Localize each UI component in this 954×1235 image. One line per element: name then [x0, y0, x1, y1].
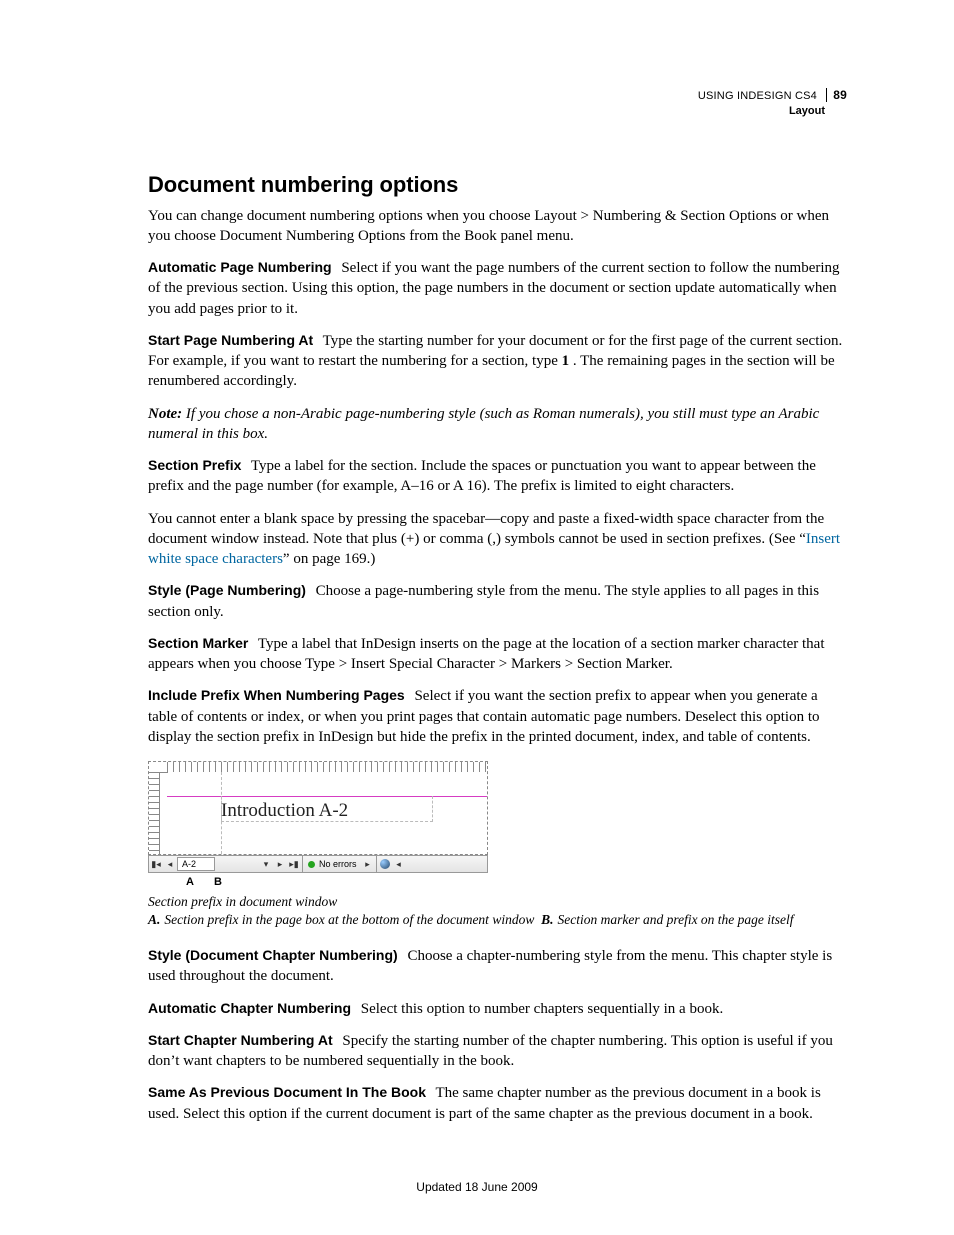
globe-icon[interactable]	[380, 859, 390, 869]
last-page-icon[interactable]: ▸▮	[287, 858, 301, 870]
term-section-prefix: Section Prefix	[148, 457, 241, 473]
term-auto-chapter-numbering: Automatic Chapter Numbering	[148, 1000, 351, 1016]
section-prefix-extra-b: ” on page 169.)	[283, 551, 375, 567]
item-style-page-numbering: Style (Page Numbering) Choose a page-num…	[148, 581, 847, 622]
running-source: USING INDESIGN CS4	[698, 90, 817, 102]
term-start-chapter-numbering: Start Chapter Numbering At	[148, 1032, 333, 1048]
status-dot-icon	[308, 861, 315, 868]
figure-caption: Section prefix in document window A. Sect…	[148, 893, 847, 928]
term-include-prefix: Include Prefix When Numbering Pages	[148, 687, 405, 703]
running-head: USING INDESIGN CS4 89 Layout	[148, 88, 847, 118]
page: USING INDESIGN CS4 89 Layout Document nu…	[0, 0, 954, 1235]
intro-paragraph: You can change document numbering option…	[148, 206, 847, 247]
first-page-icon[interactable]: ▮◂	[149, 858, 163, 870]
ruler-left	[149, 772, 160, 854]
section-prefix-extra: You cannot enter a blank space by pressi…	[148, 509, 847, 570]
figure-label-a: A	[186, 875, 194, 890]
term-style-page-numbering: Style (Page Numbering)	[148, 582, 306, 598]
dropdown-icon[interactable]: ▾	[259, 858, 273, 870]
body-section-marker: Type a label that InDesign inserts on th…	[148, 636, 825, 672]
running-section: Layout	[148, 104, 847, 118]
item-style-doc-chapter: Style (Document Chapter Numbering) Choos…	[148, 946, 847, 987]
footer-updated: Updated 18 June 2009	[0, 1179, 954, 1195]
item-section-marker: Section Marker Type a label that InDesig…	[148, 634, 847, 675]
note-paragraph: Note: If you chose a non-Arabic page-num…	[148, 404, 847, 445]
term-same-as-previous: Same As Previous Document In The Book	[148, 1084, 426, 1100]
item-start-chapter-numbering: Start Chapter Numbering At Specify the s…	[148, 1031, 847, 1072]
body-auto-chapter-numbering: Select this option to number chapters se…	[361, 1001, 723, 1017]
note-label: Note:	[148, 406, 182, 422]
caption-text-a: Section prefix in the page box at the bo…	[164, 912, 534, 927]
open-icon[interactable]: ◂	[392, 858, 406, 870]
figure-label-b: B	[214, 875, 222, 890]
caption-key-b: B.	[541, 912, 553, 927]
separator-icon-2	[376, 856, 377, 872]
figure-frame: Introduction A-2	[148, 761, 488, 855]
caption-key-a: A.	[148, 912, 160, 927]
item-include-prefix: Include Prefix When Numbering Pages Sele…	[148, 686, 847, 747]
page-box[interactable]: A-2	[177, 857, 215, 871]
caption-title: Section prefix in document window	[148, 894, 337, 909]
prev-page-icon[interactable]: ◂	[163, 858, 177, 870]
term-section-marker: Section Marker	[148, 635, 248, 651]
body-section-prefix: Type a label for the section. Include th…	[148, 458, 816, 494]
figure-key-labels: A B	[148, 873, 488, 889]
term-style-doc-chapter: Style (Document Chapter Numbering)	[148, 947, 398, 963]
figure-statusbar: ▮◂ ◂ A-2 ▾ ▸ ▸▮ No errors ▸ ◂	[148, 855, 488, 873]
page-title: Document numbering options	[148, 170, 847, 200]
item-auto-page-numbering: Automatic Page Numbering Select if you w…	[148, 258, 847, 319]
term-auto-page-numbering: Automatic Page Numbering	[148, 259, 332, 275]
no-errors-label: No errors	[319, 858, 357, 870]
preflight-status[interactable]: No errors	[304, 858, 361, 870]
item-same-as-previous: Same As Previous Document In The Book Th…	[148, 1083, 847, 1124]
separator-icon	[302, 856, 303, 872]
figure-section-prefix: Introduction A-2 ▮◂ ◂ A-2 ▾ ▸ ▸▮ No erro…	[148, 761, 488, 889]
term-start-page-numbering: Start Page Numbering At	[148, 332, 313, 348]
item-start-page-numbering: Start Page Numbering At Type the startin…	[148, 331, 847, 392]
figure-page-text: Introduction A-2	[221, 798, 348, 824]
page-number: 89	[826, 88, 847, 102]
ruler-top	[167, 762, 487, 772]
next-page-icon[interactable]: ▸	[273, 858, 287, 870]
preflight-menu-icon[interactable]: ▸	[361, 858, 375, 870]
section-prefix-extra-a: You cannot enter a blank space by pressi…	[148, 511, 824, 547]
note-body: If you chose a non-Arabic page-numbering…	[148, 406, 819, 442]
item-section-prefix: Section Prefix Type a label for the sect…	[148, 456, 847, 497]
item-auto-chapter-numbering: Automatic Chapter Numbering Select this …	[148, 999, 847, 1019]
caption-text-b: Section marker and prefix on the page it…	[557, 912, 793, 927]
